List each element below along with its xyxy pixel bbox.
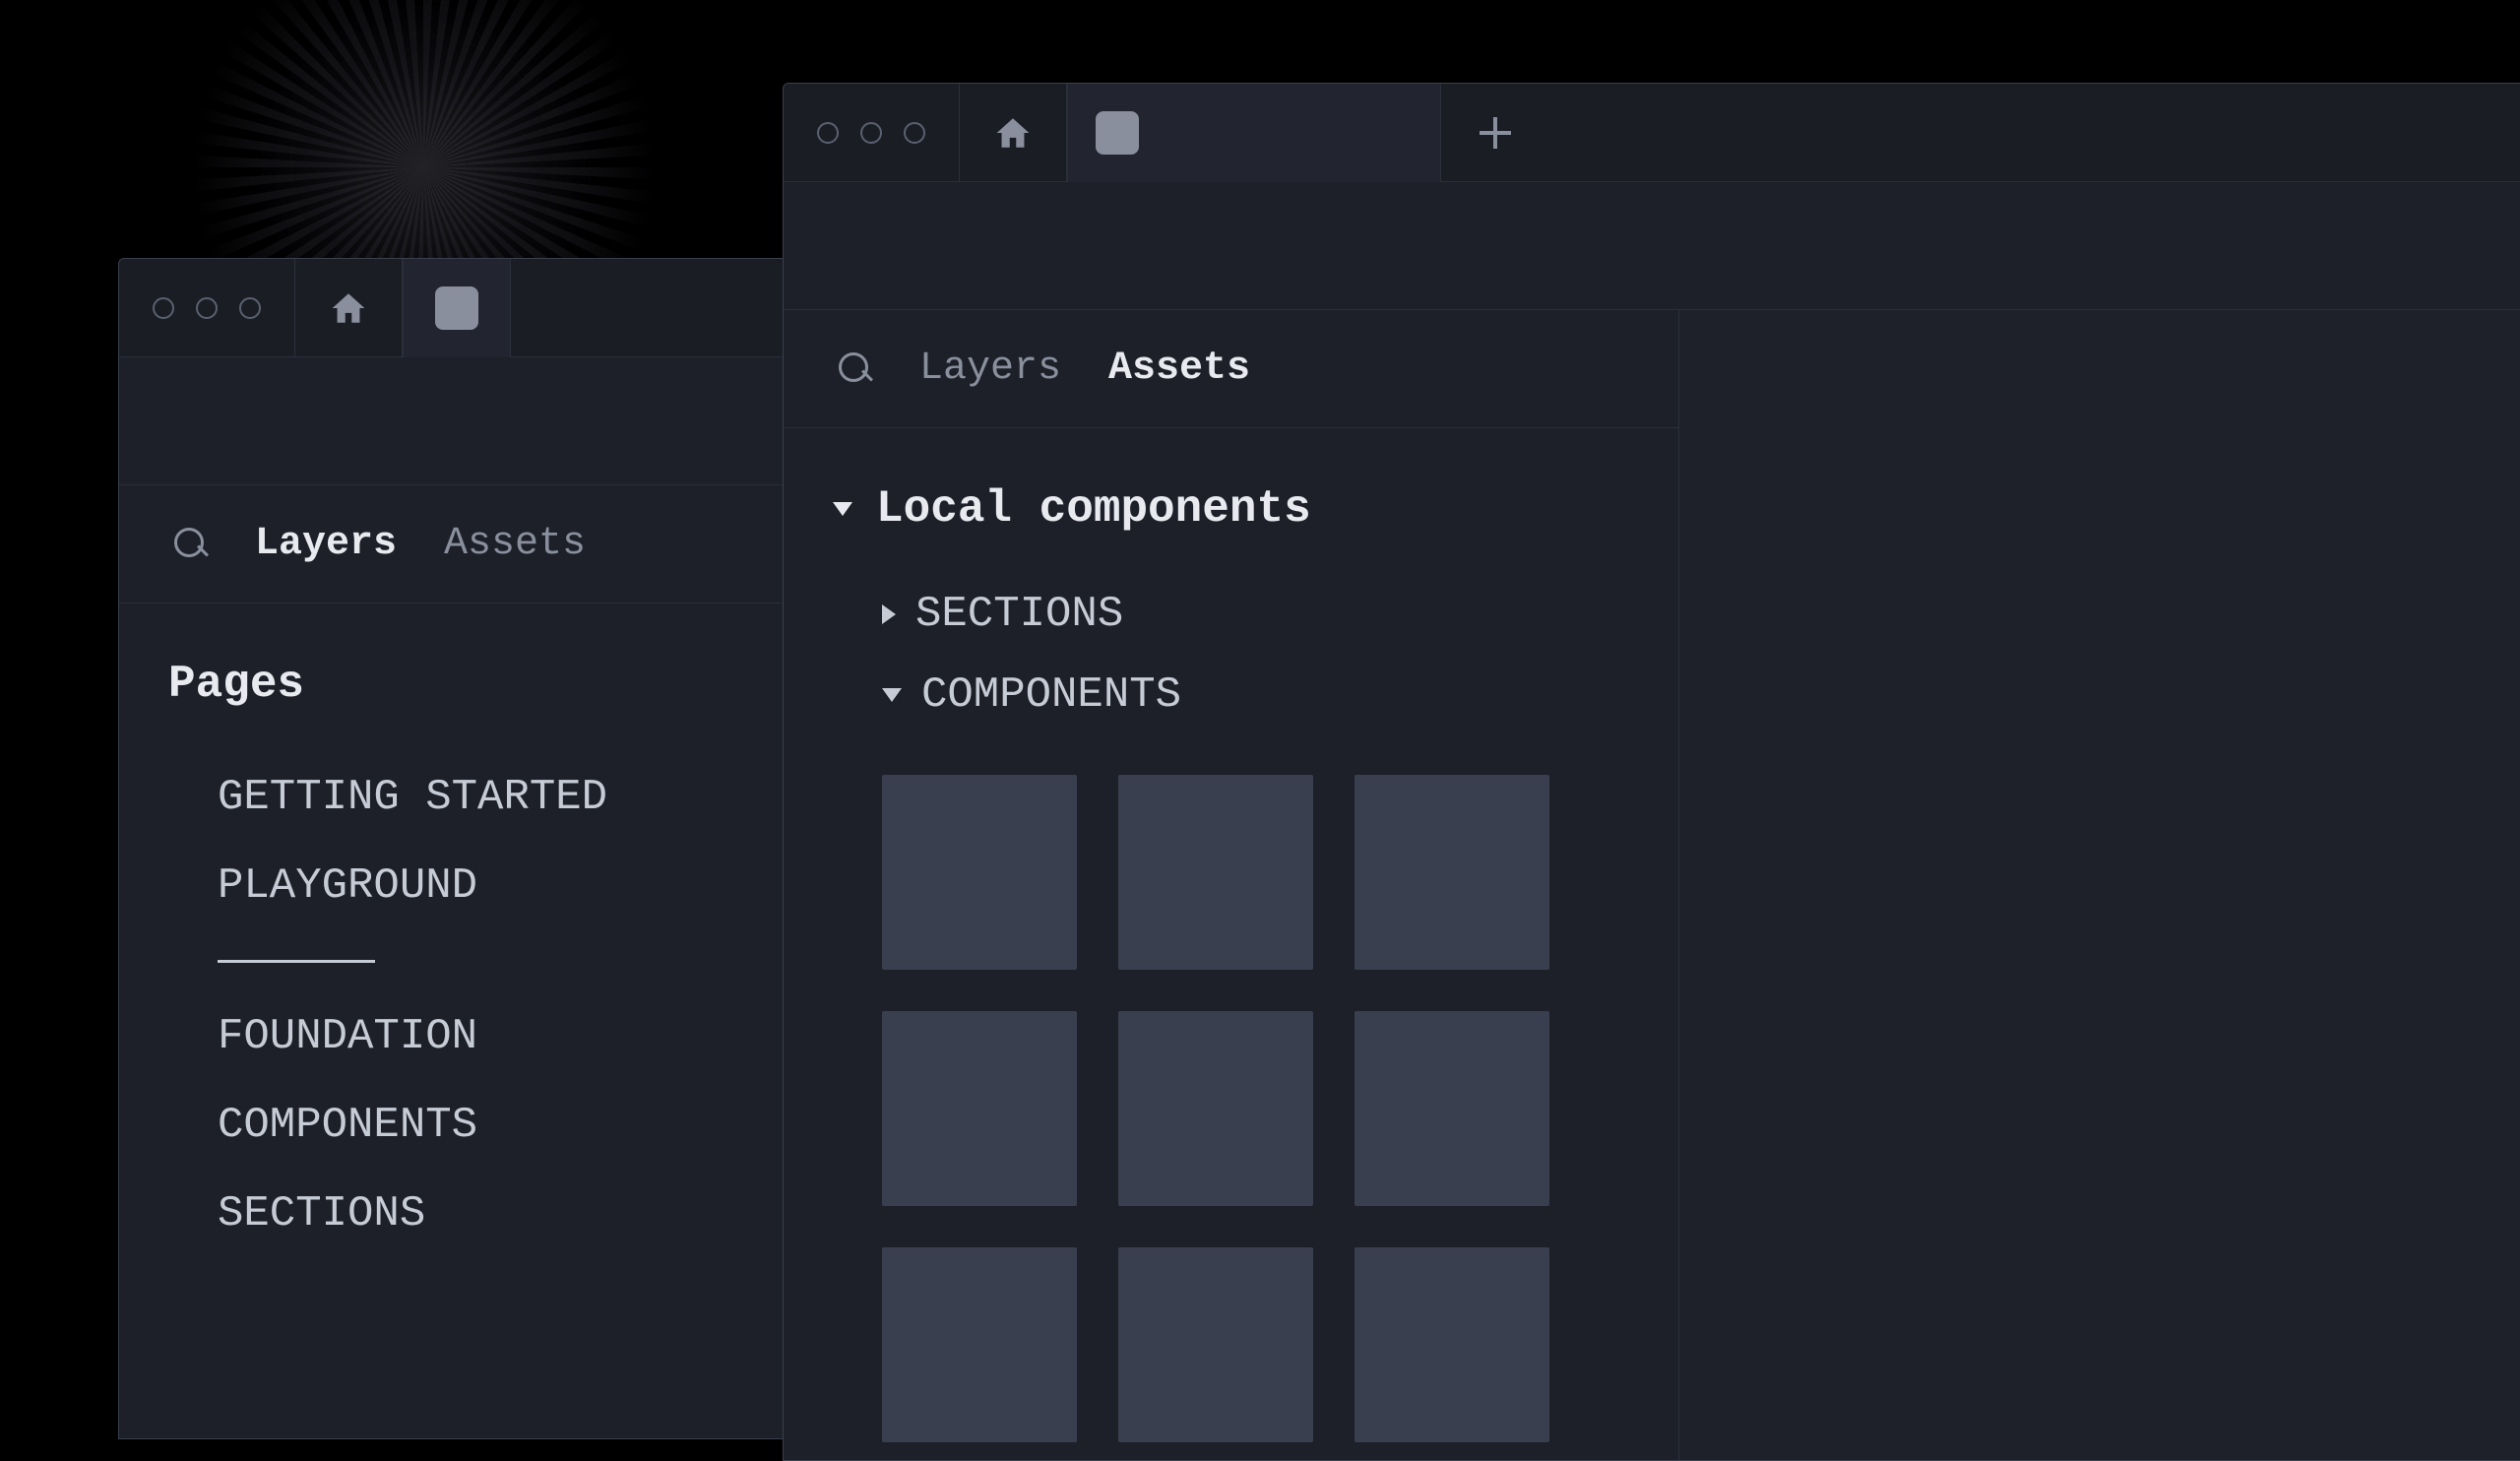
assets-panel: Local components SECTIONS COMPONENTS: [784, 428, 1678, 1461]
tab-layers[interactable]: Layers: [255, 522, 397, 566]
traffic-minimize[interactable]: [860, 122, 882, 144]
tab-bar: [784, 84, 2520, 182]
left-sidebar: Layers Assets Local components SECTIONS …: [784, 310, 1679, 1460]
chevron-right-icon: [882, 604, 896, 624]
tab-current-file[interactable]: [403, 259, 511, 357]
folder-sections[interactable]: SECTIONS: [833, 574, 1629, 655]
page-separator: [218, 960, 375, 963]
assets-group-header[interactable]: Local components: [833, 483, 1629, 535]
group-title: Local components: [876, 483, 1311, 535]
component-thumb[interactable]: [882, 775, 1077, 970]
file-icon: [435, 286, 478, 330]
component-grid: [833, 735, 1629, 1442]
plus-icon: [1480, 117, 1511, 149]
component-thumb[interactable]: [882, 1247, 1077, 1442]
traffic-zoom[interactable]: [239, 297, 261, 319]
tab-home[interactable]: [959, 84, 1067, 182]
home-icon: [329, 290, 368, 326]
file-icon: [1096, 111, 1139, 155]
home-icon: [993, 115, 1033, 151]
tab-new[interactable]: [1441, 117, 1549, 149]
traffic-lights: [119, 297, 294, 319]
traffic-close[interactable]: [153, 297, 174, 319]
component-thumb[interactable]: [882, 1011, 1077, 1206]
toolbar: [784, 182, 2520, 310]
search-icon[interactable]: [839, 352, 872, 386]
chevron-down-icon: [882, 688, 902, 702]
window-front: Layers Assets Local components SECTIONS …: [783, 83, 2520, 1461]
chevron-down-icon: [833, 502, 852, 516]
folder-label: SECTIONS: [915, 590, 1123, 639]
component-thumb[interactable]: [1118, 775, 1313, 970]
component-thumb[interactable]: [1354, 775, 1549, 970]
traffic-lights: [784, 122, 959, 144]
traffic-zoom[interactable]: [904, 122, 925, 144]
search-icon[interactable]: [174, 528, 208, 561]
canvas[interactable]: [1679, 310, 2520, 1460]
component-thumb[interactable]: [1354, 1011, 1549, 1206]
tab-current-file[interactable]: [1067, 84, 1441, 182]
sidebar-tabs: Layers Assets: [784, 310, 1678, 428]
folder-label: COMPONENTS: [921, 670, 1181, 720]
traffic-minimize[interactable]: [196, 297, 218, 319]
tab-assets[interactable]: Assets: [1108, 347, 1250, 391]
tab-layers[interactable]: Layers: [919, 347, 1061, 391]
component-thumb[interactable]: [1354, 1247, 1549, 1442]
tab-home[interactable]: [294, 259, 403, 357]
component-thumb[interactable]: [1118, 1247, 1313, 1442]
component-thumb[interactable]: [1118, 1011, 1313, 1206]
tab-assets[interactable]: Assets: [444, 522, 586, 566]
traffic-close[interactable]: [817, 122, 839, 144]
folder-components[interactable]: COMPONENTS: [833, 655, 1629, 735]
